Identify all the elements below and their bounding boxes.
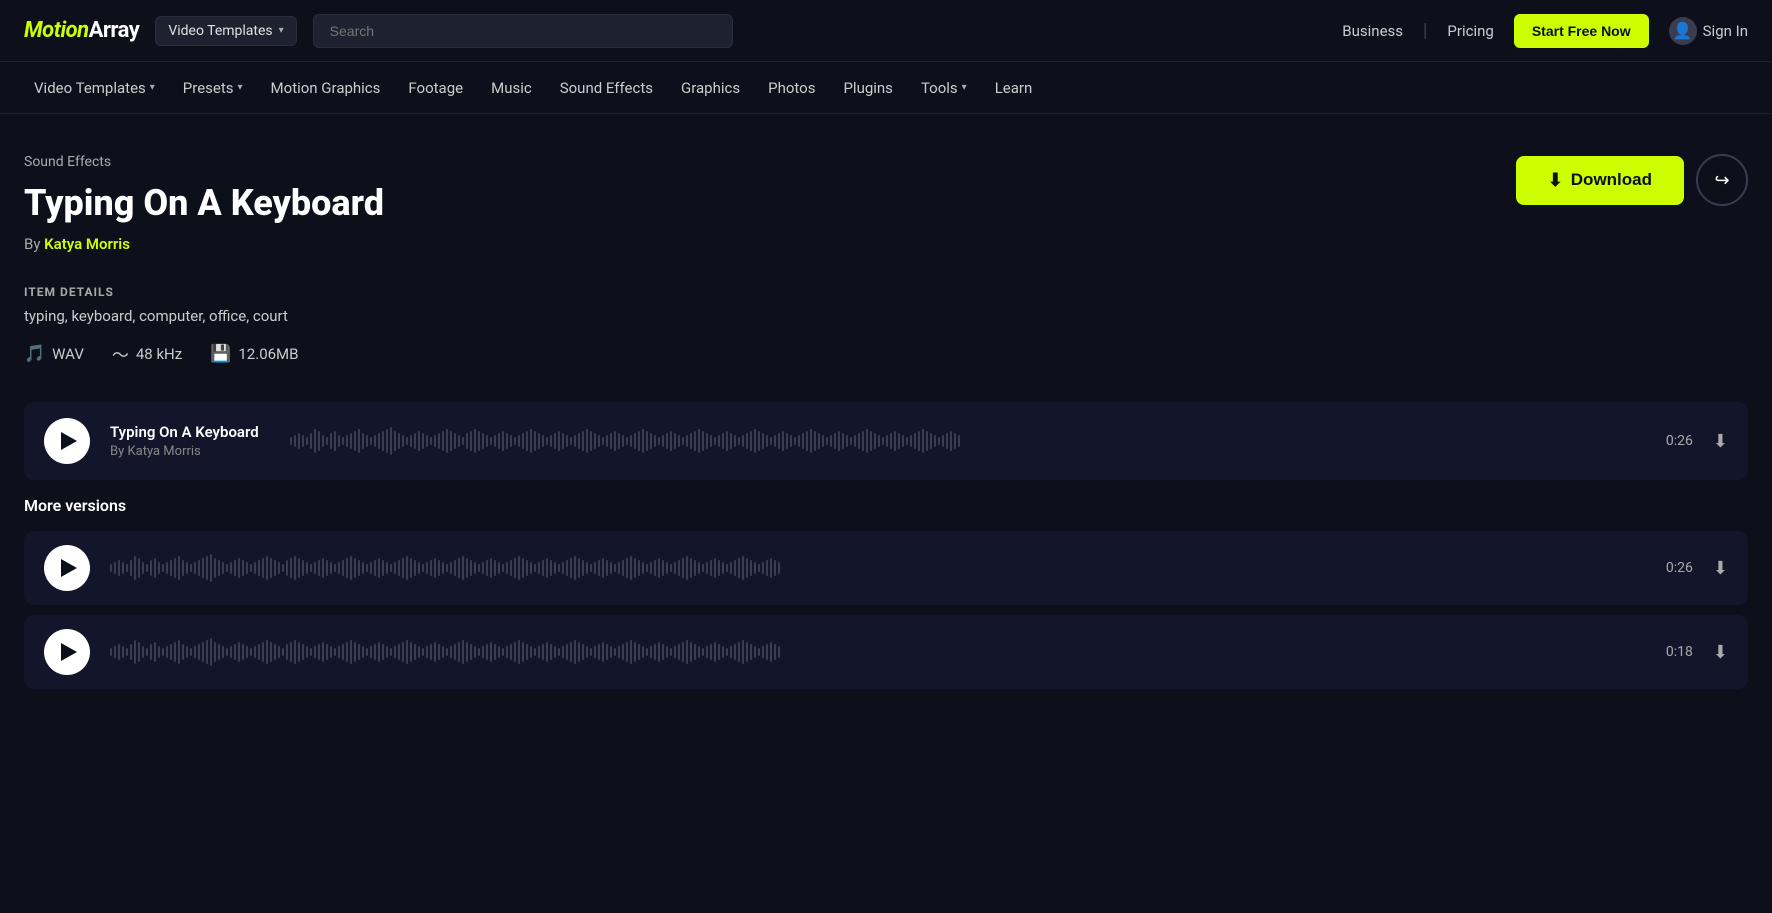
share-icon: ↪ <box>1714 170 1729 191</box>
play-button-v1[interactable] <box>44 545 90 591</box>
track-duration-v1: 0:26 <box>1666 560 1693 576</box>
sign-in-button[interactable]: 👤 Sign In <box>1669 17 1748 45</box>
breadcrumb: Sound Effects <box>24 154 384 170</box>
waveform-v1[interactable] <box>110 548 1646 588</box>
track-info: Typing On A Keyboard By Katya Morris <box>110 423 270 459</box>
sidebar-item-video-templates[interactable]: Video Templates ▾ <box>24 62 165 114</box>
item-tags: typing, keyboard, computer, office, cour… <box>24 307 1748 325</box>
page-title: Typing On A Keyboard <box>24 182 384 225</box>
item-meta: 🎵 WAV 〜 48 kHz 💾 12.06MB <box>24 341 1748 366</box>
business-link[interactable]: Business <box>1342 22 1403 40</box>
pricing-link[interactable]: Pricing <box>1447 22 1493 40</box>
waveform-v2[interactable] <box>110 632 1646 672</box>
waveform-icon: 〜 <box>112 341 129 366</box>
avatar-icon: 👤 <box>1669 17 1697 45</box>
logo[interactable]: MotionArray <box>24 18 139 43</box>
title-section: Sound Effects Typing On A Keyboard By Ka… <box>24 154 1748 253</box>
secondary-nav: Video Templates ▾ Presets ▾ Motion Graph… <box>0 62 1772 114</box>
download-icon: ⬇ <box>1548 170 1563 191</box>
nav-divider: | <box>1423 20 1427 41</box>
download-button[interactable]: ⬇ Download <box>1516 156 1684 205</box>
sidebar-item-sound-effects[interactable]: Sound Effects <box>550 62 663 114</box>
track-title: Typing On A Keyboard <box>110 423 270 441</box>
chevron-down-icon: ▾ <box>962 82 967 93</box>
start-free-button[interactable]: Start Free Now <box>1514 14 1649 48</box>
play-button-v2[interactable] <box>44 629 90 675</box>
format-value: WAV <box>52 345 84 363</box>
sidebar-item-graphics[interactable]: Graphics <box>671 62 750 114</box>
share-button[interactable]: ↪ <box>1696 154 1748 206</box>
sidebar-item-music[interactable]: Music <box>481 62 542 114</box>
main-content: Sound Effects Typing On A Keyboard By Ka… <box>0 114 1772 739</box>
play-icon <box>61 432 77 450</box>
play-button[interactable] <box>44 418 90 464</box>
top-nav: MotionArray Video Templates ▾ Business |… <box>0 0 1772 62</box>
play-icon <box>61 559 77 577</box>
title-left: Sound Effects Typing On A Keyboard By Ka… <box>24 154 384 253</box>
sidebar-item-motion-graphics[interactable]: Motion Graphics <box>261 62 391 114</box>
download-label: Download <box>1571 170 1652 190</box>
audio-file-icon: 🎵 <box>24 344 45 364</box>
chevron-down-icon: ▾ <box>150 82 155 93</box>
author-name[interactable]: Katya Morris <box>44 235 130 253</box>
play-icon <box>61 643 77 661</box>
sidebar-item-plugins[interactable]: Plugins <box>833 62 902 114</box>
video-templates-dropdown[interactable]: Video Templates ▾ <box>155 16 296 46</box>
item-details-label: ITEM DETAILS <box>24 285 1748 299</box>
track-download-icon[interactable]: ⬇ <box>1713 431 1728 452</box>
search-input[interactable] <box>313 14 733 48</box>
by-author: By Katya Morris <box>24 235 384 253</box>
track-duration: 0:26 <box>1666 433 1693 449</box>
waveform[interactable] <box>290 421 1646 461</box>
sample-rate-value: 48 kHz <box>136 345 182 363</box>
file-size-meta: 💾 12.06MB <box>210 344 298 364</box>
sidebar-item-tools[interactable]: Tools ▾ <box>911 62 977 114</box>
title-actions: ⬇ Download ↪ <box>1516 154 1748 206</box>
chevron-down-icon: ▾ <box>238 82 243 93</box>
sidebar-item-presets[interactable]: Presets ▾ <box>173 62 253 114</box>
version-player-2: 0:18 ⬇ <box>24 615 1748 689</box>
sidebar-item-learn[interactable]: Learn <box>985 62 1043 114</box>
nav-right: Business | Pricing Start Free Now 👤 Sign… <box>1342 14 1748 48</box>
track-author: By Katya Morris <box>110 444 270 459</box>
track-duration-v2: 0:18 <box>1666 644 1693 660</box>
sidebar-item-footage[interactable]: Footage <box>398 62 473 114</box>
sample-rate-meta: 〜 48 kHz <box>112 341 182 366</box>
track-download-icon-v2[interactable]: ⬇ <box>1713 642 1728 663</box>
file-size-value: 12.06MB <box>238 345 298 363</box>
dropdown-label: Video Templates <box>168 23 272 39</box>
track-download-icon-v1[interactable]: ⬇ <box>1713 558 1728 579</box>
format-meta: 🎵 WAV <box>24 344 84 364</box>
sign-in-label: Sign In <box>1703 22 1748 40</box>
file-size-icon: 💾 <box>210 344 231 364</box>
chevron-down-icon: ▾ <box>279 25 284 36</box>
item-details-section: ITEM DETAILS typing, keyboard, computer,… <box>24 285 1748 366</box>
by-prefix: By <box>24 235 44 253</box>
more-versions-label: More versions <box>24 496 1748 515</box>
sidebar-item-photos[interactable]: Photos <box>758 62 825 114</box>
version-player-1: 0:26 ⬇ <box>24 531 1748 605</box>
main-audio-player: Typing On A Keyboard By Katya Morris 0:2… <box>24 402 1748 480</box>
